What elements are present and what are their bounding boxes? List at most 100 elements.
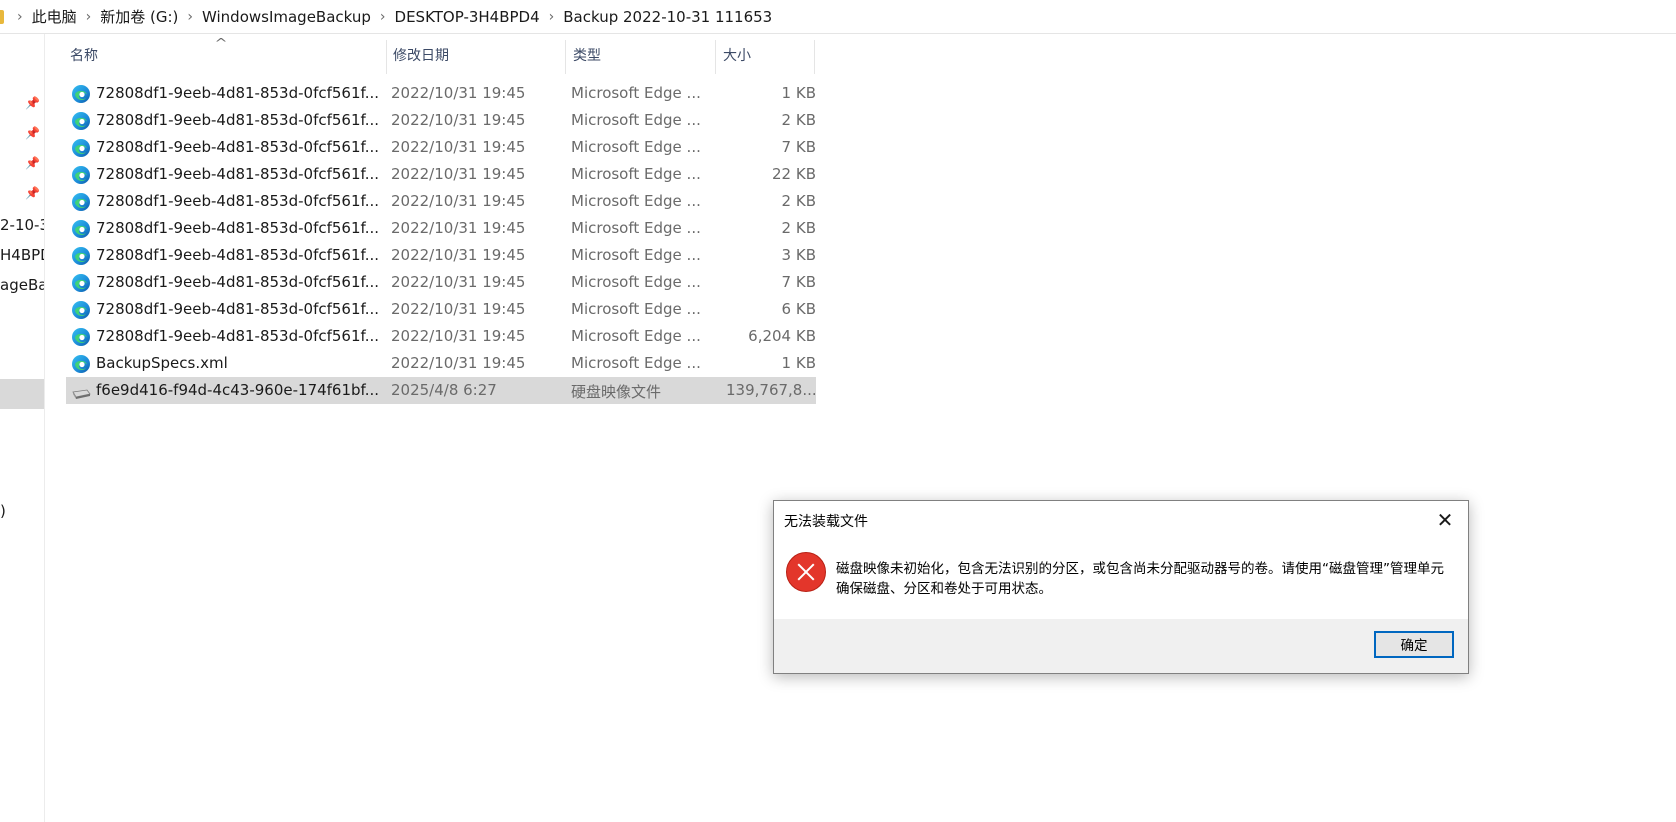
- file-size: 1 KB: [781, 354, 816, 372]
- ok-button[interactable]: 确定: [1374, 631, 1454, 658]
- file-date: 2022/10/31 19:45: [391, 165, 526, 183]
- file-row[interactable]: 72808df1-9eeb-4d81-853d-0fcf561f... 2022/…: [66, 242, 816, 269]
- edge-icon: [71, 219, 91, 239]
- file-row[interactable]: 72808df1-9eeb-4d81-853d-0fcf561f... 2022/…: [66, 296, 816, 323]
- column-divider[interactable]: [814, 40, 815, 74]
- file-size: 2 KB: [781, 111, 816, 129]
- file-type: Microsoft Edge ...: [571, 138, 701, 156]
- file-row[interactable]: BackupSpecs.xml 2022/10/31 19:45 Microsoft…: [66, 350, 816, 377]
- error-dialog: 无法装载文件 ✕ 磁盘映像未初始化，包含无法识别的分区，或包含尚未分配驱动器号的…: [773, 500, 1469, 674]
- file-date: 2025/4/8 6:27: [391, 381, 497, 399]
- file-date: 2022/10/31 19:45: [391, 111, 526, 129]
- chevron-right-icon[interactable]: ›: [546, 9, 558, 25]
- disk-icon: [71, 386, 91, 399]
- file-date: 2022/10/31 19:45: [391, 273, 526, 291]
- file-type: Microsoft Edge ...: [571, 84, 701, 102]
- file-size: 3 KB: [781, 246, 816, 264]
- chevron-right-icon[interactable]: ›: [83, 9, 95, 25]
- file-size: 1 KB: [781, 84, 816, 102]
- chevron-right-icon[interactable]: ›: [184, 9, 196, 25]
- edge-icon: [71, 273, 91, 293]
- file-date: 2022/10/31 19:45: [391, 246, 526, 264]
- edge-icon: [71, 246, 91, 266]
- nav-item-desktop[interactable]: H4BPD: [0, 246, 44, 264]
- file-name: 72808df1-9eeb-4d81-853d-0fcf561f...: [96, 84, 380, 102]
- breadcrumb-windowsimagebackup[interactable]: WindowsImageBackup: [196, 8, 377, 26]
- edge-icon: [71, 111, 91, 131]
- file-type: 硬盘映像文件: [571, 383, 662, 401]
- chevron-right-icon[interactable]: ›: [14, 9, 26, 25]
- chevron-right-icon[interactable]: ›: [377, 9, 389, 25]
- file-date: 2022/10/31 19:45: [391, 327, 526, 345]
- file-type: Microsoft Edge ...: [571, 192, 701, 210]
- breadcrumb-desktop[interactable]: DESKTOP-3H4BPD4: [389, 8, 546, 26]
- file-type: Microsoft Edge ...: [571, 111, 701, 129]
- pin-icon[interactable]: 📌: [25, 186, 40, 200]
- file-type: Microsoft Edge ...: [571, 246, 701, 264]
- edge-icon: [71, 354, 91, 374]
- column-type[interactable]: 类型: [573, 34, 601, 78]
- column-date[interactable]: 修改日期: [393, 34, 449, 78]
- file-type: Microsoft Edge ...: [571, 354, 701, 372]
- file-row[interactable]: 72808df1-9eeb-4d81-853d-0fcf561f... 2022/…: [66, 323, 816, 350]
- nav-item-selected[interactable]: [0, 379, 44, 409]
- file-date: 2022/10/31 19:45: [391, 300, 526, 318]
- file-name: BackupSpecs.xml: [96, 354, 228, 372]
- close-icon[interactable]: ✕: [1430, 505, 1460, 535]
- file-name: 72808df1-9eeb-4d81-853d-0fcf561f...: [96, 165, 380, 183]
- file-row[interactable]: 72808df1-9eeb-4d81-853d-0fcf561f... 2022/…: [66, 188, 816, 215]
- file-size: 139,767,8...: [726, 381, 817, 399]
- file-name: 72808df1-9eeb-4d81-853d-0fcf561f...: [96, 273, 380, 291]
- pin-icon[interactable]: 📌: [25, 96, 40, 110]
- breadcrumb: › 此电脑 › 新加卷 (G:) › WindowsImageBackup › …: [0, 0, 778, 33]
- column-divider[interactable]: [386, 40, 387, 74]
- column-name[interactable]: 名称: [70, 34, 98, 78]
- file-date: 2022/10/31 19:45: [391, 354, 526, 372]
- sort-ascending-icon: ^: [214, 36, 228, 50]
- pin-icon[interactable]: 📌: [25, 156, 40, 170]
- pin-icon[interactable]: 📌: [25, 126, 40, 140]
- file-date: 2022/10/31 19:45: [391, 192, 526, 210]
- file-row[interactable]: 72808df1-9eeb-4d81-853d-0fcf561f... 2022/…: [66, 269, 816, 296]
- edge-icon: [71, 138, 91, 158]
- nav-item-drive[interactable]: ): [0, 502, 44, 520]
- file-size: 7 KB: [781, 138, 816, 156]
- file-row[interactable]: 72808df1-9eeb-4d81-853d-0fcf561f... 2022/…: [66, 80, 816, 107]
- breadcrumb-backup-folder[interactable]: Backup 2022-10-31 111653: [557, 8, 778, 26]
- column-divider[interactable]: [715, 40, 716, 74]
- file-row[interactable]: f6e9d416-f94d-4c43-960e-174f61bf... 2025/…: [66, 377, 817, 404]
- file-type: Microsoft Edge ...: [571, 327, 701, 345]
- column-divider[interactable]: [565, 40, 566, 74]
- dialog-message: 磁盘映像未初始化，包含无法识别的分区，或包含尚未分配驱动器号的卷。请使用“磁盘管…: [836, 561, 1444, 597]
- nav-item-backup[interactable]: 2-10-3: [0, 216, 44, 234]
- nav-item-windowsimagebackup[interactable]: ageBa: [0, 276, 44, 294]
- file-type: Microsoft Edge ...: [571, 219, 701, 237]
- file-size: 7 KB: [781, 273, 816, 291]
- file-size: 22 KB: [772, 165, 816, 183]
- file-row[interactable]: 72808df1-9eeb-4d81-853d-0fcf561f... 2022/…: [66, 215, 816, 242]
- breadcrumb-volume-g[interactable]: 新加卷 (G:): [94, 6, 184, 27]
- file-name: 72808df1-9eeb-4d81-853d-0fcf561f...: [96, 327, 380, 345]
- file-type: Microsoft Edge ...: [571, 165, 701, 183]
- error-icon: [786, 552, 826, 592]
- breadcrumb-this-pc[interactable]: 此电脑: [26, 6, 83, 27]
- column-size[interactable]: 大小: [723, 34, 751, 78]
- edge-icon: [71, 192, 91, 212]
- file-name: f6e9d416-f94d-4c43-960e-174f61bf...: [96, 381, 380, 399]
- edge-icon: [71, 84, 91, 104]
- file-name: 72808df1-9eeb-4d81-853d-0fcf561f...: [96, 138, 380, 156]
- edge-icon: [71, 300, 91, 320]
- file-list: 72808df1-9eeb-4d81-853d-0fcf561f... 2022/…: [66, 80, 817, 404]
- file-size: 2 KB: [781, 219, 816, 237]
- dialog-footer: 确定: [774, 619, 1468, 673]
- file-name: 72808df1-9eeb-4d81-853d-0fcf561f...: [96, 111, 380, 129]
- file-name: 72808df1-9eeb-4d81-853d-0fcf561f...: [96, 246, 380, 264]
- file-date: 2022/10/31 19:45: [391, 219, 526, 237]
- file-size: 6,204 KB: [748, 327, 816, 345]
- file-date: 2022/10/31 19:45: [391, 84, 526, 102]
- file-row[interactable]: 72808df1-9eeb-4d81-853d-0fcf561f... 2022/…: [66, 161, 816, 188]
- edge-icon: [71, 327, 91, 347]
- file-row[interactable]: 72808df1-9eeb-4d81-853d-0fcf561f... 2022/…: [66, 134, 816, 161]
- address-bar[interactable]: › 此电脑 › 新加卷 (G:) › WindowsImageBackup › …: [0, 0, 1676, 34]
- file-row[interactable]: 72808df1-9eeb-4d81-853d-0fcf561f... 2022/…: [66, 107, 816, 134]
